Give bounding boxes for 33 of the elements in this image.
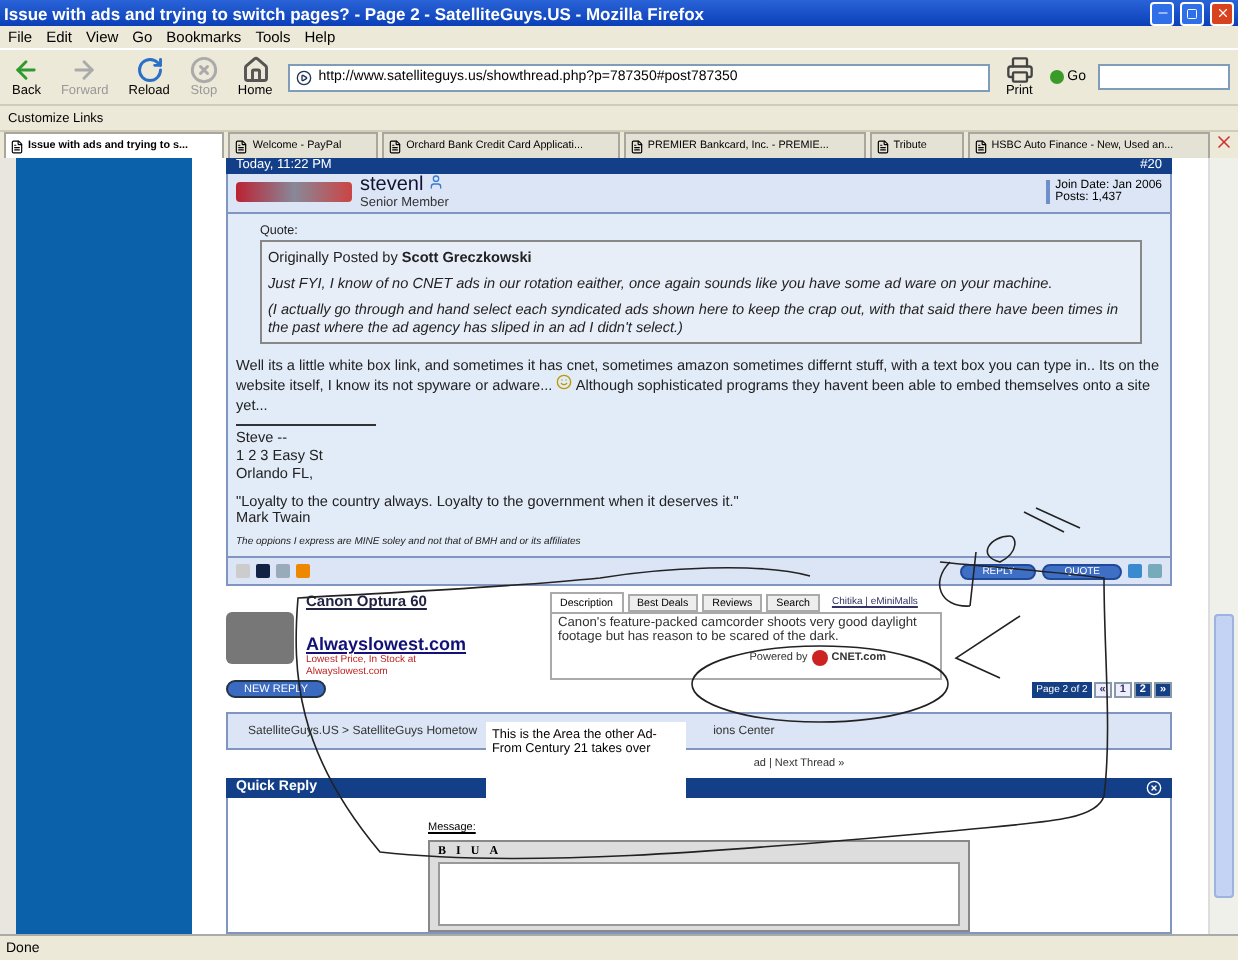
close-button[interactable] — [1210, 1, 1234, 25]
minimize-icon — [1155, 6, 1169, 20]
username[interactable]: stevenl — [360, 174, 449, 197]
user-icon — [428, 174, 445, 191]
site-icon — [296, 69, 313, 85]
close-tab-icon[interactable] — [1214, 132, 1234, 152]
user-banner — [236, 182, 352, 203]
logo-icon — [811, 650, 828, 667]
page-icon — [10, 139, 24, 153]
right-arrow-icon — [70, 56, 99, 84]
smiley-icon — [556, 374, 573, 391]
house-icon — [241, 56, 270, 84]
close-icon — [1215, 6, 1229, 20]
go-icon — [1049, 70, 1064, 84]
page-icon — [388, 139, 403, 153]
collapse-icon[interactable] — [1146, 779, 1162, 796]
maximize-button[interactable] — [1180, 1, 1204, 25]
printer-icon — [1005, 56, 1034, 84]
message-field[interactable] — [438, 862, 960, 927]
window-title: Issue with ads and trying to switch pages? - Page 2 - SatelliteGuys.US - Mozilla Firefox — [4, 3, 706, 23]
page-icon — [875, 139, 890, 153]
scrollbar[interactable] — [1208, 158, 1238, 934]
minimize-button[interactable] — [1150, 1, 1174, 25]
stop-icon — [189, 56, 218, 84]
reload-icon — [135, 56, 164, 84]
camera-photo-placeholder — [226, 612, 294, 665]
maximize-icon — [1186, 7, 1198, 19]
page-icon — [234, 139, 249, 153]
store-link[interactable]: Alwayslowest.com — [306, 634, 526, 655]
pen-arrow-line — [954, 615, 1021, 679]
search-field[interactable] — [1098, 64, 1230, 90]
page-icon — [973, 139, 988, 153]
page-icon — [629, 139, 644, 153]
